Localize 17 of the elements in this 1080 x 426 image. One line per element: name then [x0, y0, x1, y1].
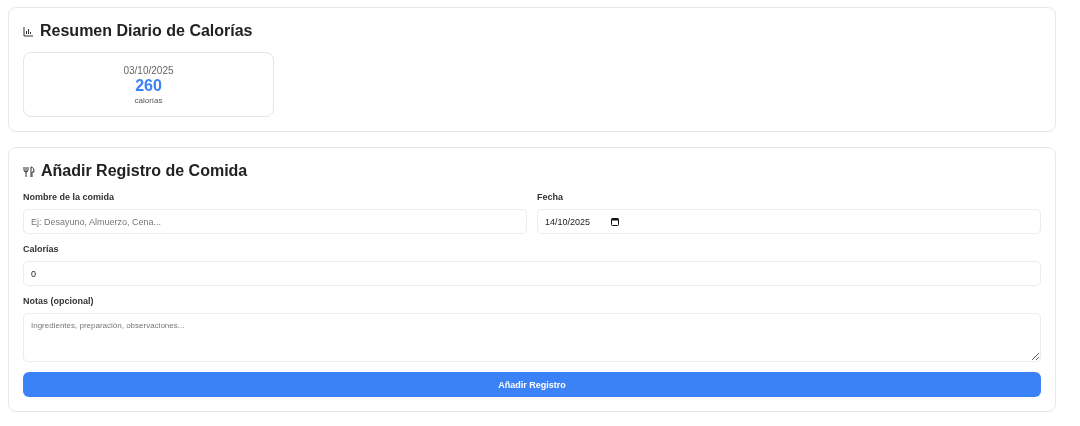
- day-date: 03/10/2025: [123, 64, 174, 76]
- meal-name-field[interactable]: Ej: Desayuno, Almuerzo, Cena...: [23, 209, 527, 234]
- calorie-unit: calorías: [134, 95, 163, 105]
- field-label: Notas (opcional): [23, 296, 95, 307]
- calories-field[interactable]: 0: [23, 261, 1041, 286]
- field-label: Fecha: [537, 192, 564, 203]
- add-record-button[interactable]: Añadir Registro: [23, 372, 1041, 397]
- utensils-icon: [23, 165, 35, 177]
- date-field[interactable]: 14/10/2025: [537, 209, 1041, 234]
- section-title: Resumen Diario de Calorías: [40, 22, 253, 40]
- notes-field[interactable]: Ingredientes, preparación, observaciones...: [23, 313, 1041, 362]
- section-title: Añadir Registro de Comida: [41, 162, 248, 180]
- calendar-icon: [611, 217, 619, 226]
- field-label: Calorías: [23, 244, 60, 255]
- field-label: Nombre de la comida: [23, 192, 116, 203]
- bar-chart-icon: [23, 25, 34, 37]
- calorie-total: 260: [135, 76, 162, 95]
